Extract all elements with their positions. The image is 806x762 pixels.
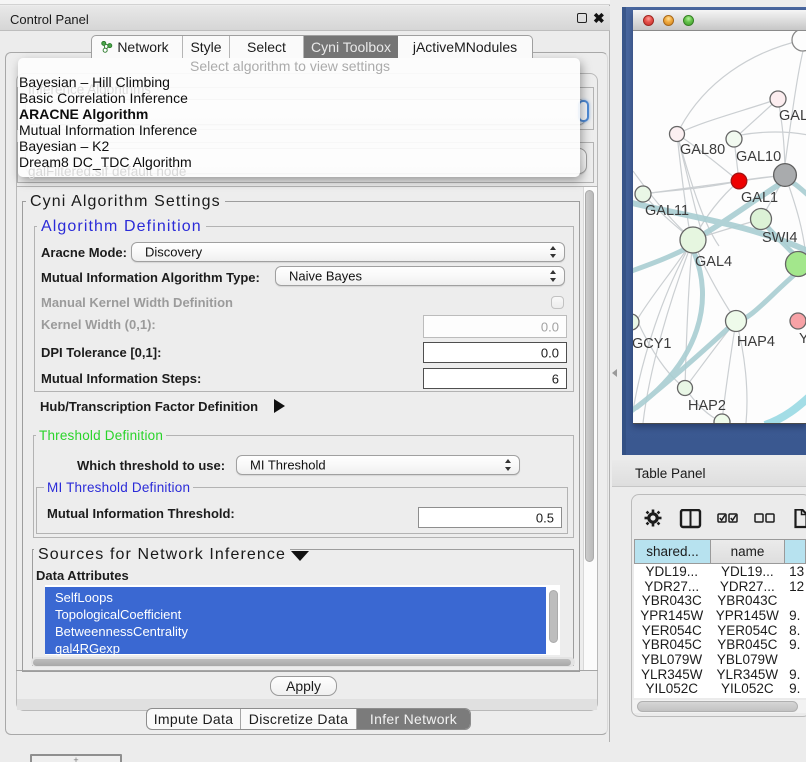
svg-text:GAL80: GAL80 xyxy=(680,142,725,158)
svg-text:HAP2: HAP2 xyxy=(688,398,726,414)
svg-text:GAL10: GAL10 xyxy=(736,149,781,165)
svg-text:GAL1: GAL1 xyxy=(741,190,778,206)
svg-text:GAL4: GAL4 xyxy=(695,254,732,270)
svg-text:Y: Y xyxy=(799,331,806,347)
svg-text:SWI4: SWI4 xyxy=(762,230,797,246)
svg-text:GAL11: GAL11 xyxy=(645,203,689,219)
svg-text:GCY1: GCY1 xyxy=(633,336,672,352)
svg-text:HAP4: HAP4 xyxy=(737,334,775,350)
svg-text:GAL: GAL xyxy=(779,108,806,124)
